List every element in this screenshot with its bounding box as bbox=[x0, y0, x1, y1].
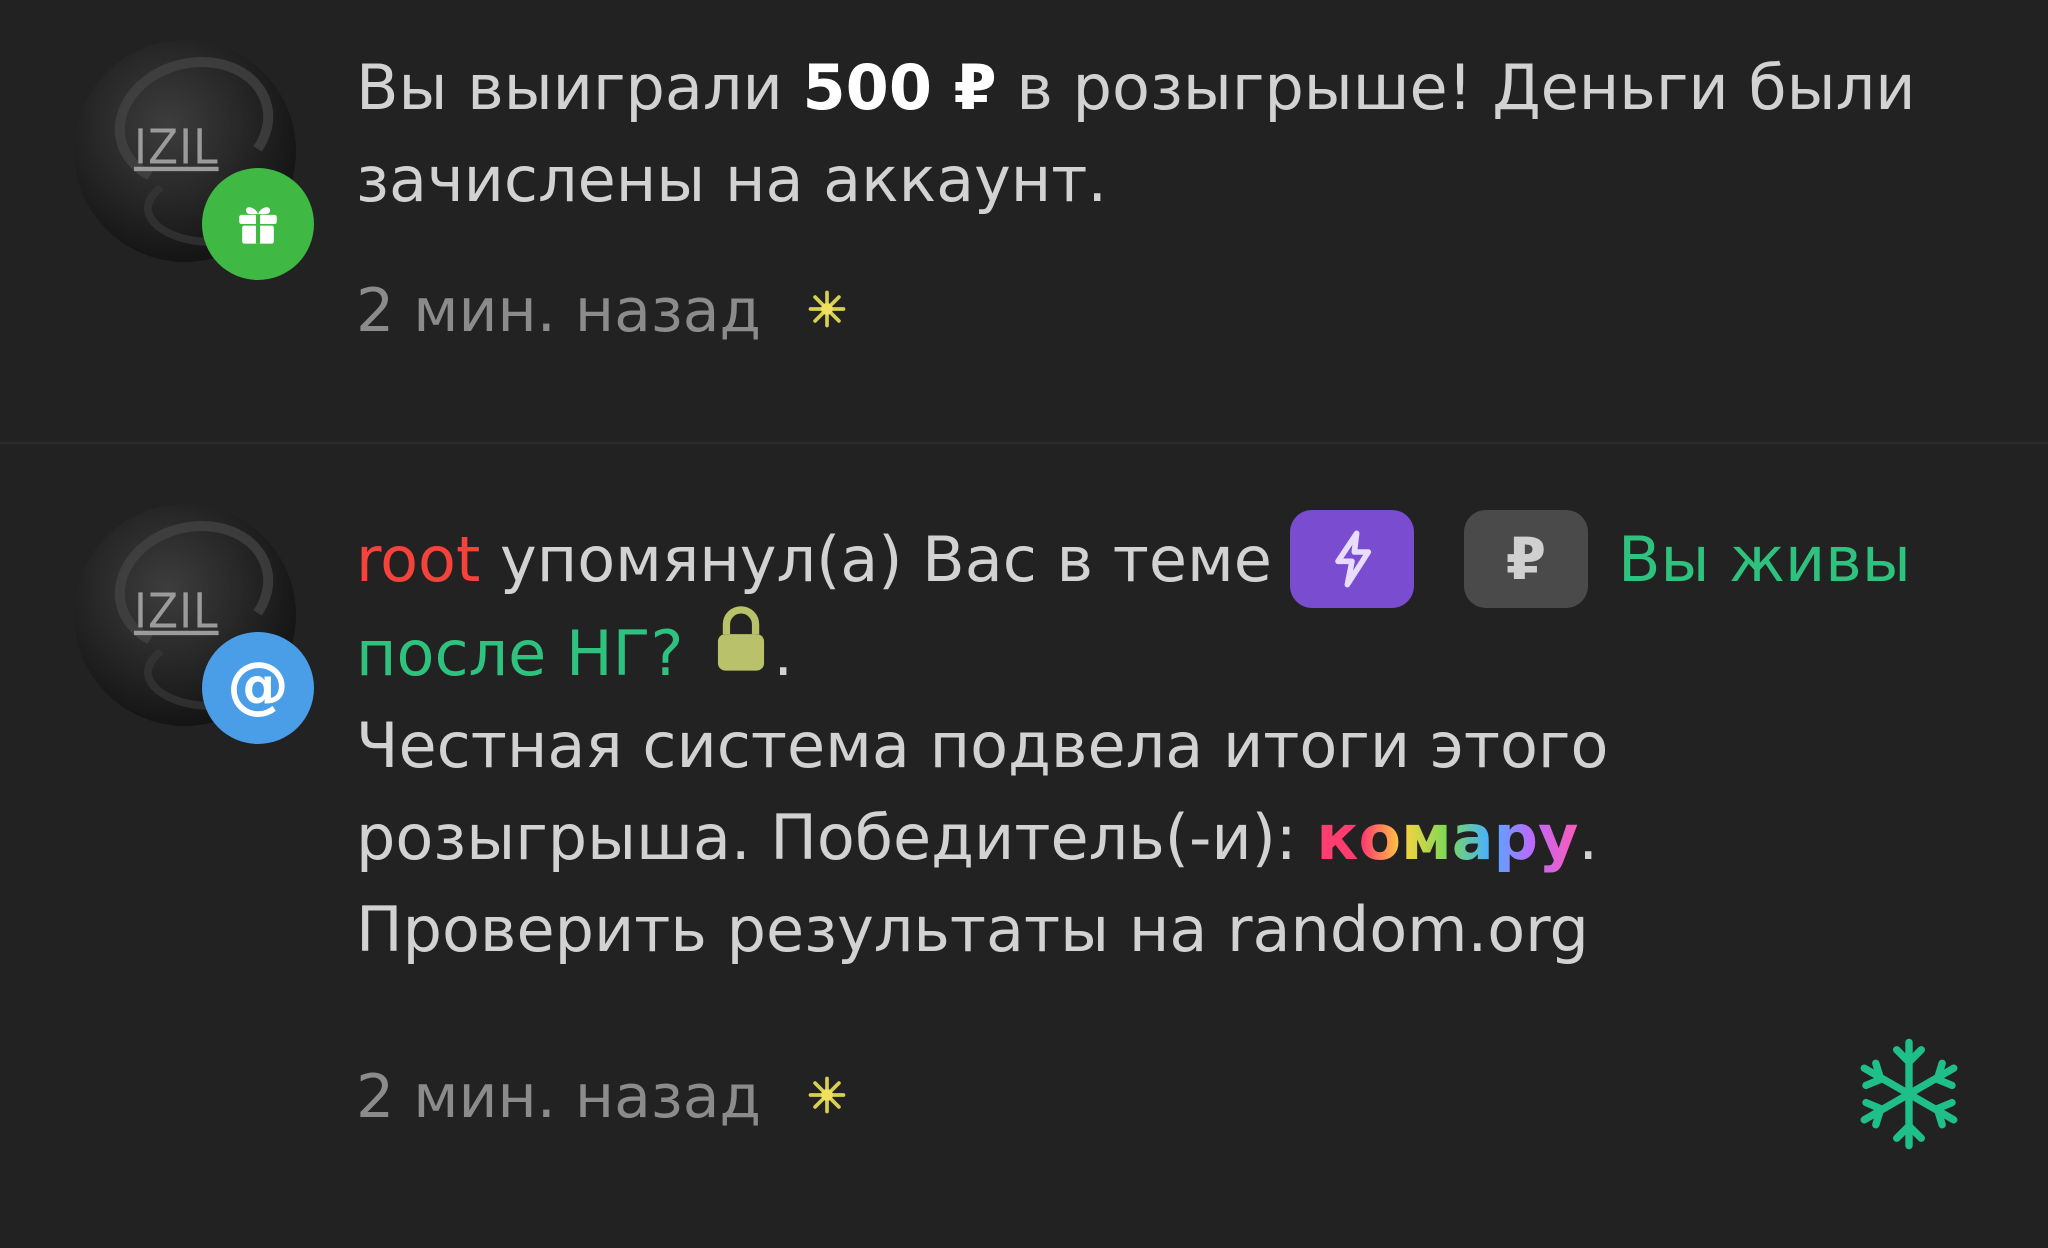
notification-meta: 2 мин. назад bbox=[356, 1062, 849, 1132]
lock-icon bbox=[713, 605, 769, 698]
verify-link[interactable]: Проверить результаты на random.org bbox=[356, 893, 1589, 966]
notification-meta: 2 мин. назад bbox=[356, 276, 849, 346]
winner-link[interactable]: комару bbox=[1316, 801, 1578, 874]
avatar-container[interactable]: IZIL bbox=[74, 40, 314, 280]
topic-period: . bbox=[773, 616, 794, 690]
username-link[interactable]: root bbox=[356, 523, 480, 596]
ruble-icon: ₽ bbox=[1505, 524, 1547, 593]
gift-icon bbox=[239, 207, 277, 244]
win-text-prefix: Вы выиграли bbox=[356, 51, 803, 124]
gift-badge bbox=[202, 168, 314, 280]
mention-action-text: упомянул(а) Вас в теме bbox=[480, 523, 1272, 596]
notification-gift[interactable]: IZIL Вы выиграли 500 ₽ в розыгрыше! День… bbox=[0, 0, 2048, 442]
lightning-icon bbox=[1335, 530, 1372, 588]
at-icon: @ bbox=[227, 648, 289, 721]
notification-mention[interactable]: IZIL @ root упомянул(а) Вас в теме ₽ Вы жи… bbox=[0, 442, 2048, 1248]
timestamp: 2 мин. назад bbox=[356, 1062, 762, 1132]
timestamp: 2 мин. назад bbox=[356, 276, 762, 346]
prefix-tag-ruble[interactable]: ₽ bbox=[1463, 509, 1588, 608]
notifications-page: IZIL Вы выиграли 500 ₽ в розыгрыше! День… bbox=[0, 0, 2048, 1248]
notification-text: Вы выиграли 500 ₽ в розыгрыше! Деньги бы… bbox=[356, 42, 1916, 226]
avatar-logo-text: IZIL bbox=[134, 119, 219, 176]
snowflake-icon bbox=[1850, 1032, 1968, 1160]
winner-period: . bbox=[1578, 800, 1599, 874]
sparkle-icon bbox=[805, 1062, 849, 1132]
avatar-logo-text: IZIL bbox=[134, 583, 219, 640]
mention-badge: @ bbox=[202, 632, 314, 744]
prefix-tag-lightning[interactable] bbox=[1289, 509, 1414, 608]
sparkle-icon bbox=[805, 276, 849, 346]
win-amount: 500 ₽ bbox=[802, 51, 997, 124]
avatar-container[interactable]: IZIL @ bbox=[74, 504, 314, 744]
notification-text: root упомянул(а) Вас в теме ₽ Вы живы посл… bbox=[356, 509, 1916, 976]
